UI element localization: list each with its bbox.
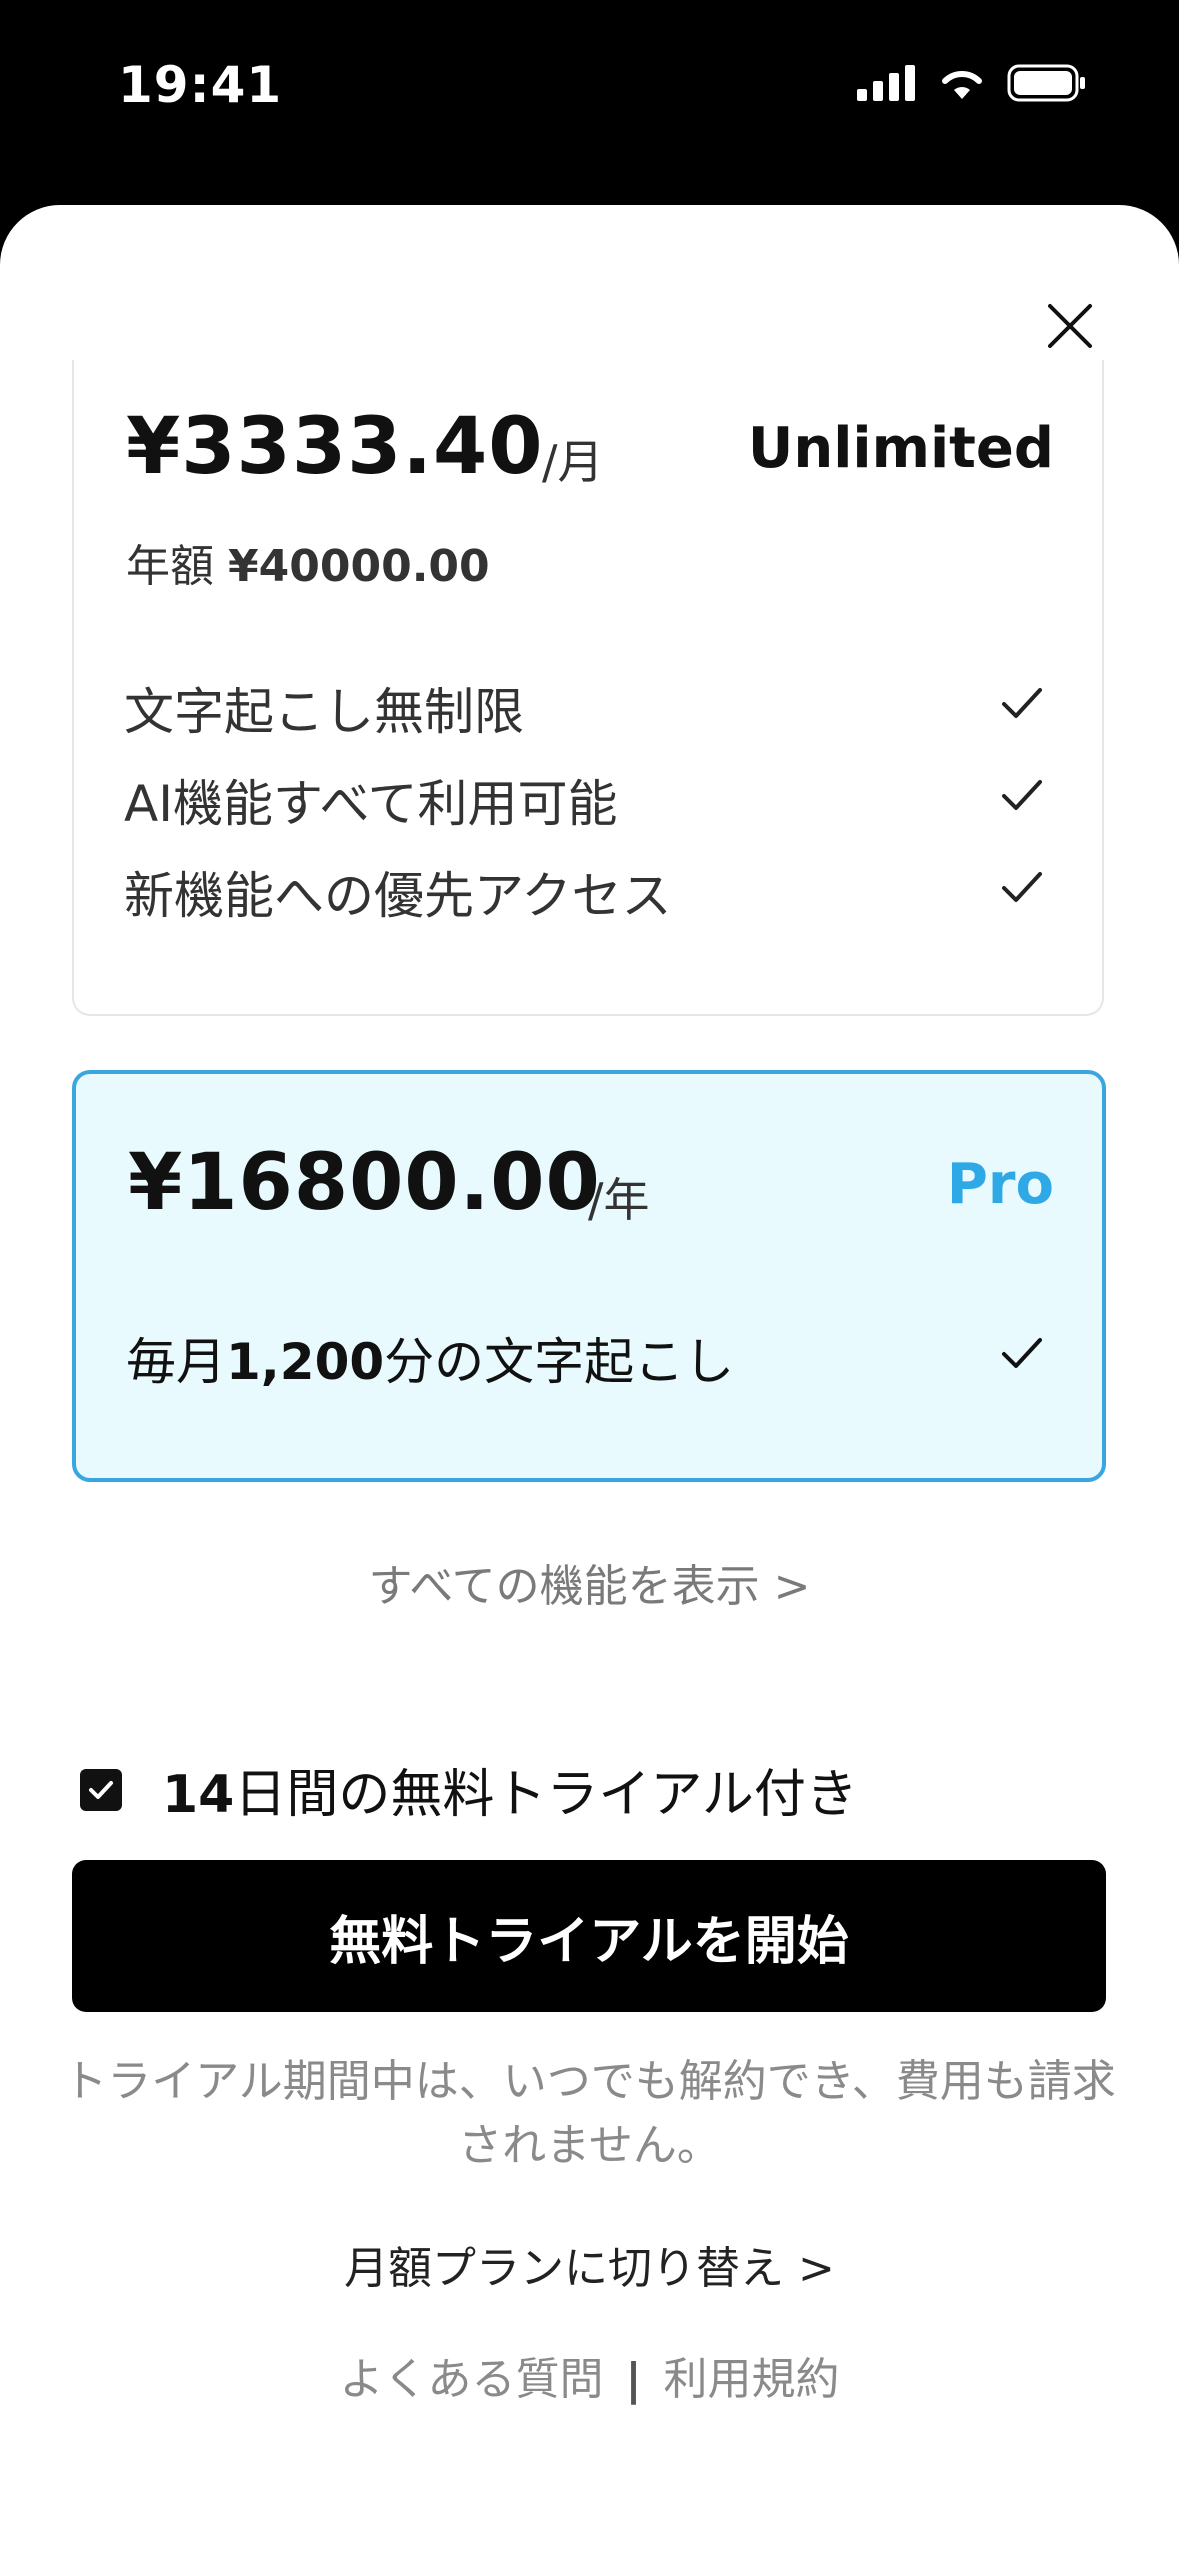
status-bar: 19:41 [0, 0, 1179, 200]
check-icon [1002, 688, 1042, 718]
plan-card-unlimited[interactable]: ¥3333.40 /月 Unlimited 年額 ¥40000.00 文字起こし… [72, 360, 1104, 1016]
close-icon[interactable] [1040, 296, 1100, 356]
feature-prefix: 毎月 [126, 1333, 226, 1391]
wifi-icon [942, 70, 982, 99]
feature-item: 新機能への優先アクセス [124, 867, 672, 925]
status-icons [857, 64, 1087, 102]
trial-text: 日間の無料トライアル付き [234, 1765, 858, 1825]
faq-link[interactable]: よくある質問 [339, 2354, 603, 2405]
battery-icon [1007, 64, 1085, 102]
trial-note: トライアル期間中は、いつでも解約でき、費用も請求されません。 [63, 2056, 1116, 2171]
trial-label: 14日間の無料トライアル付き [162, 1752, 858, 1827]
status-time: 19:41 [118, 56, 283, 114]
trial-days: 14 [162, 1765, 235, 1825]
plan-price: ¥16800.00 [128, 1138, 601, 1228]
feature-item: AI機能すべて利用可能 [124, 764, 617, 836]
check-icon [1002, 872, 1042, 902]
footer-links: よくある質問 | 利用規約 [0, 2343, 1179, 2407]
plan-annual-price: 年額 ¥40000.00 [126, 530, 490, 594]
trial-checkbox[interactable] [80, 1768, 122, 1811]
annual-price: ¥40000.00 [228, 541, 490, 592]
plan-name: Pro [946, 1152, 1054, 1217]
plan-price-unit: /年 [588, 1173, 650, 1227]
plan-name: Unlimited [747, 416, 1054, 481]
annual-label: 年額 [126, 541, 214, 592]
check-icon [1002, 1338, 1042, 1368]
cellular-icon [857, 65, 915, 101]
free-trial-toggle[interactable]: 14日間の無料トライアル付き [80, 1752, 858, 1827]
footer-separator: | [625, 2354, 642, 2405]
switch-to-monthly-link[interactable]: 月額プランに切り替え > [0, 2232, 1179, 2296]
plan-card-pro[interactable]: ¥16800.00 /年 Pro 毎月1,200分の文字起こし [72, 1070, 1106, 1482]
show-all-features-link[interactable]: すべての機能を表示 > [0, 1550, 1179, 1614]
checkmark-icon [89, 1780, 113, 1799]
check-icon [1002, 780, 1042, 810]
terms-link[interactable]: 利用規約 [664, 2354, 840, 2405]
feature-item-label: AI機能すべて利用可能 [124, 775, 618, 833]
feature-item: 毎月1,200分の文字起こし [126, 1322, 734, 1394]
plan-price-unit: /月 [542, 435, 604, 489]
feature-suffix: 分の文字起こし [384, 1333, 735, 1391]
feature-item: 文字起こし無制限 [124, 683, 524, 741]
start-free-trial-button[interactable]: 無料トライアルを開始 [72, 1860, 1106, 2012]
plan-price: ¥3333.40 [126, 402, 544, 492]
feature-minutes: 1,200 [226, 1333, 385, 1391]
